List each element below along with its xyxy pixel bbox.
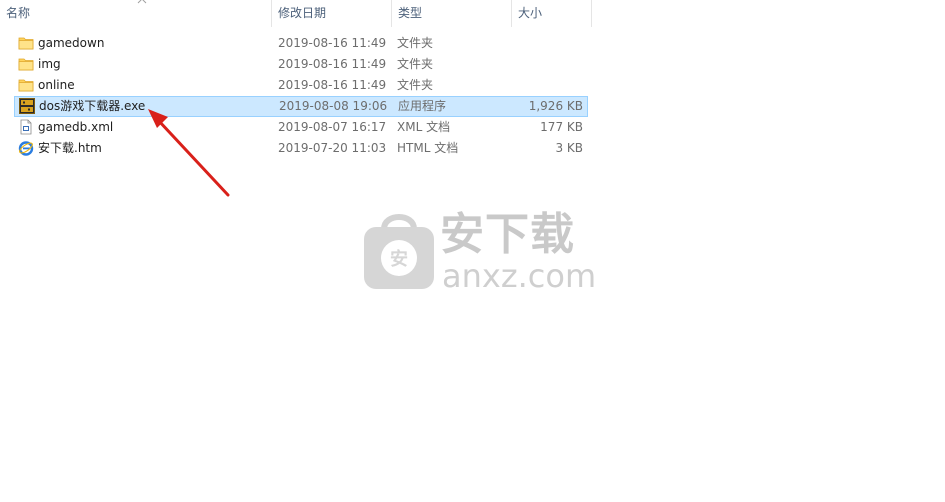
ie-html-icon (18, 141, 34, 156)
dosbox-exe-icon (19, 98, 35, 114)
file-type: HTML 文档 (397, 141, 459, 155)
file-row-selected[interactable]: dos游戏下载器.exe 2019-08-08 19:06 应用程序 1,926… (14, 96, 588, 117)
file-type: 文件夹 (397, 78, 434, 92)
column-name-label: 名称 (6, 6, 31, 20)
file-name: 安下载.htm (38, 141, 102, 155)
folder-icon (18, 37, 34, 50)
file-name: online (38, 78, 75, 92)
watermark: 安 安下载 anxz.com (362, 207, 596, 297)
file-date: 2019-08-08 19:06 (279, 99, 388, 113)
file-size: 1,926 KB (528, 99, 583, 113)
watermark-text-cn: 安下载 (440, 209, 575, 260)
xml-file-icon (20, 119, 32, 135)
file-name: gamedown (38, 36, 105, 50)
file-size: 177 KB (540, 120, 583, 134)
file-row[interactable]: gamedb.xml 2019-08-07 16:17 XML 文档 177 K… (14, 117, 588, 138)
column-size-label: 大小 (518, 6, 543, 20)
column-type-label: 类型 (398, 6, 423, 20)
file-date: 2019-08-16 11:49 (278, 78, 387, 92)
file-row[interactable]: img 2019-08-16 11:49 文件夹 (14, 54, 588, 75)
file-type: 应用程序 (398, 99, 447, 113)
column-size[interactable]: 大小 (512, 0, 592, 27)
column-date-modified[interactable]: 修改日期 (272, 0, 392, 27)
file-type: 文件夹 (397, 57, 434, 71)
file-type: 文件夹 (397, 36, 434, 50)
file-row[interactable]: online 2019-08-16 11:49 文件夹 (14, 75, 588, 96)
annotation-arrow-icon (148, 109, 230, 197)
file-size: 3 KB (555, 141, 583, 155)
file-name: img (38, 57, 61, 71)
column-header: 名称 修改日期 类型 大小 (0, 0, 592, 27)
file-row[interactable]: 安下载.htm 2019-07-20 11:03 HTML 文档 3 KB (14, 138, 588, 159)
watermark-text-en: anxz.com (442, 257, 597, 295)
file-name: gamedb.xml (38, 120, 114, 134)
file-date: 2019-08-07 16:17 (278, 120, 387, 134)
watermark-badge: 安 (390, 248, 408, 270)
column-date-label: 修改日期 (278, 6, 327, 20)
column-type[interactable]: 类型 (392, 0, 512, 27)
file-date: 2019-08-16 11:49 (278, 57, 387, 71)
shopping-bag-logo-icon: 安 (364, 214, 434, 289)
file-name: dos游戏下载器.exe (39, 99, 146, 113)
file-type: XML 文档 (397, 120, 451, 134)
file-date: 2019-08-16 11:49 (278, 36, 387, 50)
folder-icon (18, 79, 34, 92)
column-name[interactable]: 名称 (0, 0, 272, 27)
folder-icon (18, 58, 34, 71)
file-date: 2019-07-20 11:03 (278, 141, 387, 155)
file-row[interactable]: gamedown 2019-08-16 11:49 文件夹 (14, 33, 588, 54)
